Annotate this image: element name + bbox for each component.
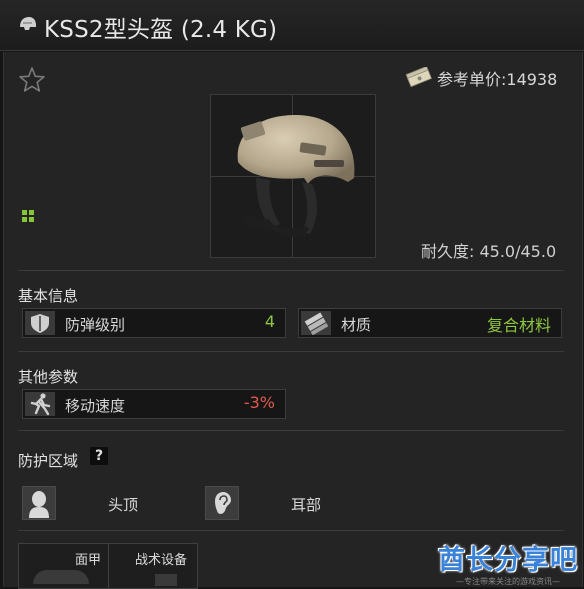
protection-zones-title: 防护区域 xyxy=(18,452,79,470)
tab-face-shield-label: 面甲 xyxy=(75,553,102,568)
watermark-logo: 酋长分享吧 xyxy=(438,545,578,576)
running-figure-icon xyxy=(25,392,55,416)
divider xyxy=(18,270,564,271)
material-plates-icon xyxy=(301,311,331,335)
shield-icon xyxy=(25,311,55,335)
head-top-icon xyxy=(22,486,56,520)
title-bar: KSS2型头盔 (2.4 KG) xyxy=(0,0,584,51)
armor-class-value: 4 xyxy=(264,312,275,331)
armor-class-label: 防弹级别 xyxy=(65,316,126,334)
material-value: 复合材料 xyxy=(486,316,551,335)
money-stack-icon xyxy=(405,67,432,87)
tactical-device-thumbnail xyxy=(155,574,177,586)
movement-speed-label: 移动速度 xyxy=(65,397,126,415)
help-icon[interactable]: ? xyxy=(90,447,108,465)
helmet-image xyxy=(237,114,355,237)
item-title: KSS2型头盔 (2.4 KG) xyxy=(44,17,278,43)
divider xyxy=(18,351,564,352)
other-params-title: 其他参数 xyxy=(18,368,79,386)
durability-readout: 耐久度: 45.0/45.0 xyxy=(421,242,557,261)
ear-icon xyxy=(205,486,239,520)
watermark-subtitle: —专注带来关注的游戏资讯— xyxy=(456,577,560,586)
grid-size-icon xyxy=(22,210,34,222)
material-stat: 材质 复合材料 xyxy=(298,308,562,338)
helmet-icon xyxy=(20,17,36,30)
divider xyxy=(18,430,564,431)
movement-speed-stat: 移动速度 -3% xyxy=(22,389,286,419)
tab-tactical-device-label: 战术设备 xyxy=(135,553,188,568)
head-top-label: 头顶 xyxy=(108,496,139,514)
tab-face-shield[interactable]: 面甲 xyxy=(18,543,110,589)
tab-tactical-device[interactable]: 战术设备 xyxy=(108,543,198,589)
star-outline-icon[interactable] xyxy=(18,66,46,94)
ear-label: 耳部 xyxy=(291,496,322,514)
face-shield-thumbnail xyxy=(33,570,89,584)
divider xyxy=(18,530,564,531)
material-label: 材质 xyxy=(341,316,372,334)
movement-speed-value: -3% xyxy=(243,393,275,412)
reference-price: 参考单价:14938 xyxy=(437,70,558,89)
armor-class-stat: 防弹级别 4 xyxy=(22,308,286,338)
basic-info-title: 基本信息 xyxy=(18,287,79,305)
